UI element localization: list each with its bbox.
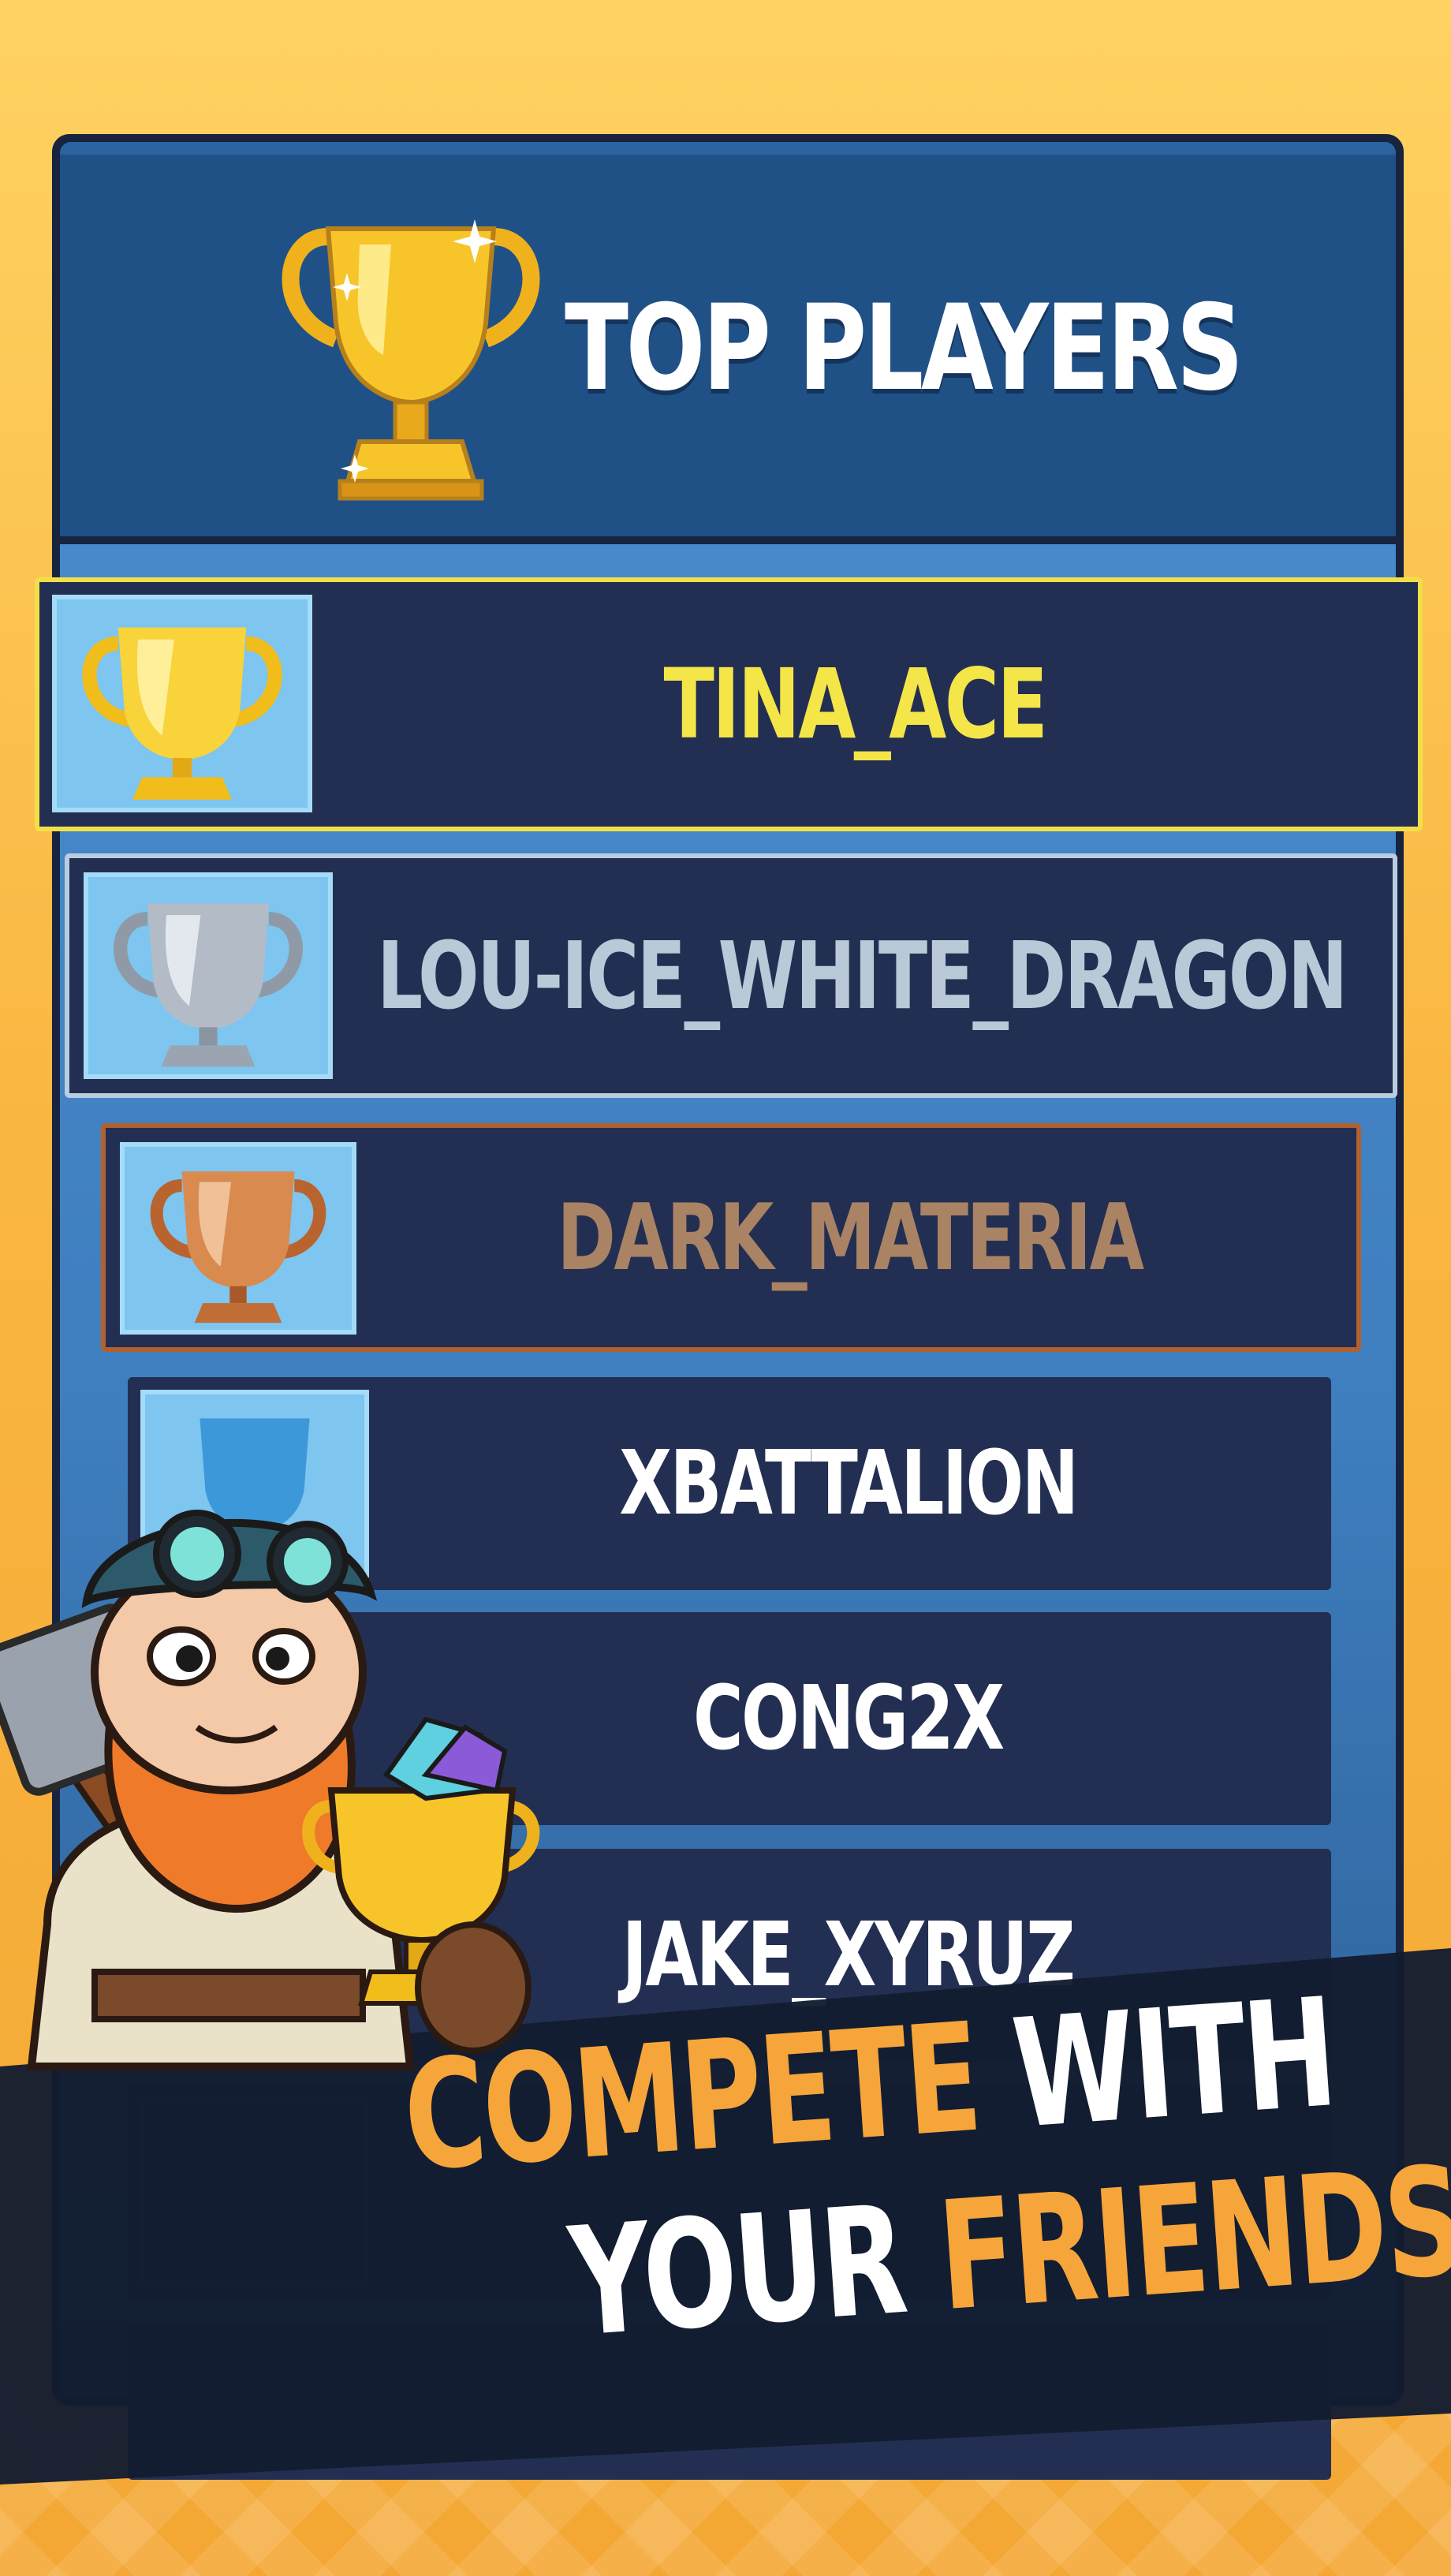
header-trophy-icon — [282, 219, 540, 501]
leaderboard-title: TOP PLAYERS — [565, 280, 1244, 417]
player-name: LOU-ICE_WHITE_DRAGON — [376, 921, 1348, 1030]
leaderboard-row-8 — [128, 2322, 1331, 2480]
rank-badge — [52, 595, 312, 812]
rank-badge — [120, 1142, 356, 1335]
player-name: DARK_MATERIA — [556, 1184, 1144, 1291]
leaderboard-row-3[interactable]: DARK_MATERIA — [101, 1123, 1361, 1352]
silver-trophy-icon — [114, 903, 303, 1067]
player-name: TINA_ACE — [663, 648, 1048, 760]
rank-badge — [84, 872, 333, 1079]
leaderboard-header: TOP PLAYERS — [60, 142, 1396, 544]
leaderboard-row-1[interactable]: TINA_ACE — [35, 577, 1423, 831]
leaderboard-row-2[interactable]: LOU-ICE_WHITE_DRAGON — [65, 853, 1397, 1098]
gold-trophy-icon — [82, 627, 282, 800]
bronze-trophy-icon — [150, 1171, 326, 1323]
dwarf-mascot-illustration — [0, 1510, 540, 2070]
